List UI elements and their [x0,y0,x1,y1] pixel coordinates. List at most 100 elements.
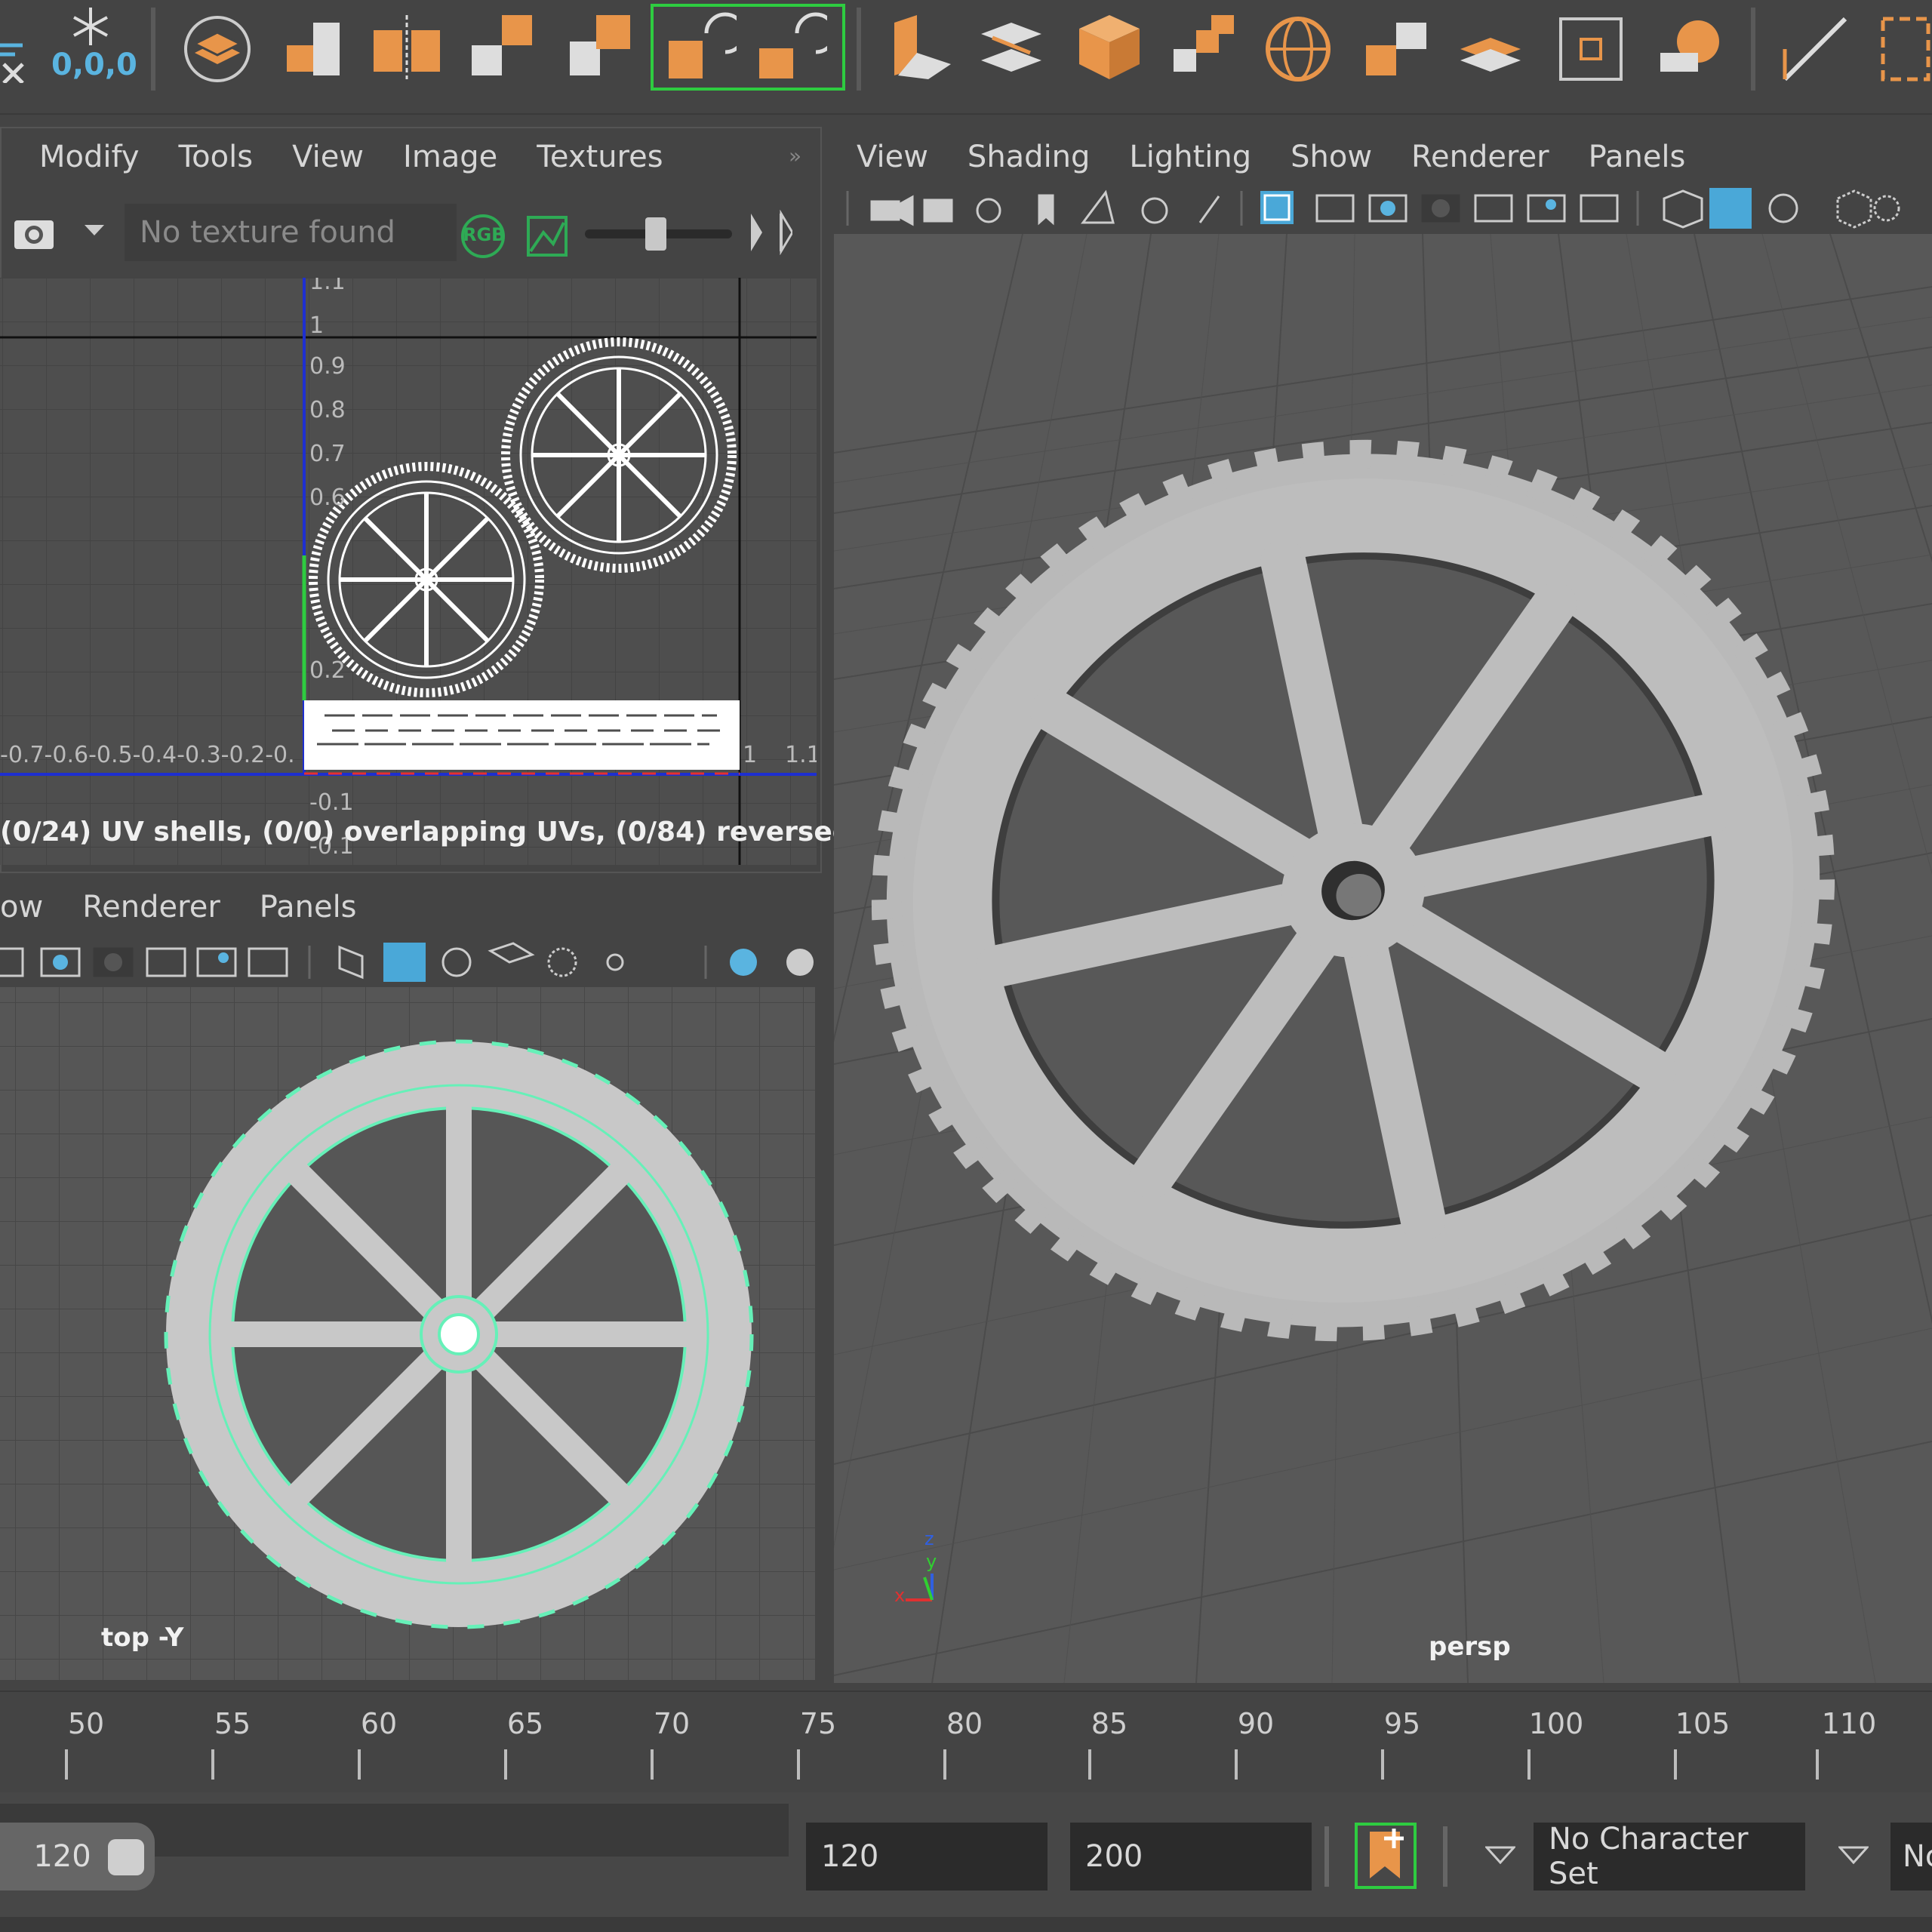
timeline-tick-label: 95 [1383,1707,1421,1740]
menu-modify[interactable]: Modify [39,140,140,174]
menu-show[interactable]: Show [1291,140,1372,174]
timeline-tick [943,1749,946,1780]
gamma-icon[interactable] [747,209,794,256]
timeline-tick [1088,1749,1091,1780]
uv-editor-menubar: Modify Tools View Image Textures [39,127,703,187]
auto-key-icon[interactable] [1355,1823,1417,1889]
bool-union-icon[interactable] [661,11,746,86]
command-line-edge [0,1917,1932,1932]
uv-tick-label: 0.2 [309,657,346,684]
chevron-down-icon[interactable] [1837,1846,1870,1867]
timeline-tick-label: 105 [1675,1707,1730,1740]
uv-editor-viewport[interactable]: 1.1 1 0.9 0.8 0.7 0.6 0.2 -0.1 -0.1 -0.7… [0,278,817,865]
smooth-icon[interactable] [566,8,641,83]
extract-icon[interactable] [468,8,543,83]
shelf-separator [857,8,861,91]
chevron-down-icon[interactable] [1484,1846,1517,1867]
coordinate-readout: 0,0,0 [51,48,137,82]
timeline-tick-label: 110 [1821,1707,1877,1740]
menu-panels[interactable]: Panels [260,890,357,924]
knife-icon[interactable] [1777,8,1853,83]
range-end-grip[interactable] [108,1839,144,1875]
top-view-menubar: ow Renderer Panels [0,877,396,937]
menu-renderer[interactable]: Renderer [1411,140,1549,174]
uv-status-readout: (0/24) UV shells, (0/0) overlapping UVs,… [0,817,921,848]
smooth-shade-icon[interactable] [1709,188,1752,229]
timeline-tick-label: 60 [360,1707,398,1740]
uv-toolbar: No texture found RGB [0,195,819,270]
uv-tick-label: 1 [309,312,325,339]
menu-view[interactable]: View [292,140,364,174]
menu-show[interactable]: ow [0,890,43,924]
anim-layer-selector[interactable]: Nc [1890,1823,1932,1890]
persp-menubar: View Shading Lighting Show Renderer Pane… [857,127,1724,187]
playback-end-value: 120 [33,1839,91,1874]
axis-x-label: x [894,1585,906,1606]
chevron-down-icon[interactable] [83,223,106,242]
bevel-icon[interactable] [1358,8,1434,83]
timeline-tick-label: 70 [653,1707,691,1740]
animation-start-field[interactable]: 120 [806,1823,1048,1890]
multicut-icon[interactable] [1653,8,1728,83]
extrude-icon[interactable] [883,8,958,83]
wireframe-on-shaded-icon[interactable] [383,943,426,982]
timeline-tick [651,1749,654,1780]
texture-selector[interactable]: No texture found [140,215,395,250]
plane-icon[interactable] [1453,8,1528,83]
persp-viewport[interactable]: x y z persp [834,234,1932,1683]
timeline-tick [211,1749,214,1780]
camera-snapshot-icon[interactable] [11,210,57,255]
bridge-icon[interactable] [977,8,1053,83]
timeline-tick-label: 75 [799,1707,837,1740]
target-weld-icon[interactable] [1555,8,1630,83]
snowflake-freeze-icon[interactable]: 0,0,0 [45,4,137,87]
timeline-tick [1674,1749,1677,1780]
menu-image[interactable]: Image [403,140,497,174]
timeline-tick [358,1749,361,1780]
image-display-icon[interactable] [525,214,570,259]
timeline-tick [1527,1749,1531,1780]
panel-expand-icon[interactable]: » [789,143,801,168]
timeline-tick-label: 50 [67,1707,105,1740]
timeline-tick-label: 100 [1528,1707,1584,1740]
menu-lighting[interactable]: Lighting [1129,140,1251,174]
uv-tick-label: 0.7 [309,441,346,467]
layer-icon[interactable] [180,8,255,83]
sphere-icon[interactable] [1260,8,1336,83]
timeline-tick [65,1749,68,1780]
rgb-channel-icon[interactable]: RGB [457,214,509,259]
animation-end-field[interactable]: 200 [1070,1823,1312,1890]
timeline-tick-label: 90 [1237,1707,1275,1740]
exposure-slider-handle[interactable] [645,217,666,251]
menu-textures[interactable]: Textures [537,140,663,174]
menu-view[interactable]: View [857,140,928,174]
bool-difference-icon[interactable] [752,11,837,86]
separator [1443,1826,1447,1887]
axis-y-label: y [926,1551,937,1572]
menu-panels[interactable]: Panels [1589,140,1686,174]
rgb-label: RGB [463,224,506,245]
cube-icon[interactable] [1072,8,1147,83]
uv-tick-label: 0.9 [309,353,346,380]
uv-tick-label: -0.1 [309,789,354,816]
character-set-selector[interactable]: No Character Set [1534,1822,1805,1891]
timeline-tick [1235,1749,1238,1780]
clear-icon[interactable] [0,30,30,85]
timeline-tick-label: 65 [506,1707,544,1740]
timeline-tick [797,1749,800,1780]
menu-renderer[interactable]: Renderer [82,890,220,924]
menu-tools[interactable]: Tools [179,140,254,174]
append-icon[interactable] [1166,8,1241,83]
top-view-viewport[interactable]: top -Y [0,987,815,1680]
bool-tool-group [651,4,845,91]
range-slider-handle[interactable]: 120 [0,1823,155,1890]
combine-icon[interactable] [279,8,355,83]
uv-tick-label: 1 [743,742,758,768]
separate-icon[interactable] [370,8,445,83]
menu-shading[interactable]: Shading [968,140,1091,174]
cut-faces-icon[interactable] [1879,8,1932,83]
persp-toolbar [834,185,1932,232]
timeline-tick [1816,1749,1819,1780]
timeline-tick [1381,1749,1384,1780]
shelf-separator [151,8,155,91]
